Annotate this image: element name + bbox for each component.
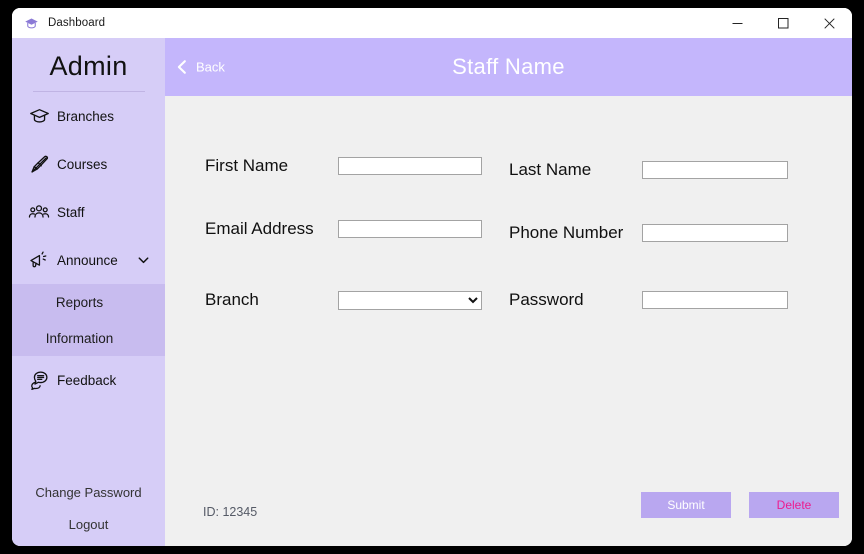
change-password-link[interactable]: Change Password xyxy=(12,476,165,508)
last-name-input[interactable] xyxy=(642,161,788,179)
password-label: Password xyxy=(509,290,584,309)
sidebar-subitem-information[interactable]: Information xyxy=(12,320,165,356)
window-title: Dashboard xyxy=(48,17,106,29)
main-content: First Name Last Name Email Address Phone… xyxy=(165,96,852,546)
sidebar: Admin Branches Courses Staff Announce Re… xyxy=(12,38,165,546)
form-row: Phone Number xyxy=(509,223,788,243)
email-address-input[interactable] xyxy=(338,220,482,238)
password-input[interactable] xyxy=(642,291,788,309)
maximize-button[interactable] xyxy=(760,8,806,38)
sidebar-submenu-announce: Reports Information xyxy=(12,284,165,356)
form-row: Email Address xyxy=(205,219,482,239)
email-address-label: Email Address xyxy=(205,219,314,238)
logout-link[interactable]: Logout xyxy=(12,508,165,540)
minimize-button[interactable] xyxy=(714,8,760,38)
close-button[interactable] xyxy=(806,8,852,38)
sidebar-item-feedback[interactable]: Feedback xyxy=(12,356,165,404)
app-graduation-cap-icon xyxy=(23,15,39,31)
sidebar-item-label: Announce xyxy=(57,252,118,268)
title-bar: Dashboard xyxy=(12,8,852,38)
sidebar-item-label: Courses xyxy=(57,156,108,172)
form-row: First Name xyxy=(205,156,482,176)
sidebar-item-courses[interactable]: Courses xyxy=(12,140,165,188)
submit-button[interactable]: Submit xyxy=(641,492,731,518)
sidebar-item-announce[interactable]: Announce xyxy=(12,236,165,284)
sidebar-item-label: Branches xyxy=(57,108,115,124)
first-name-input[interactable] xyxy=(338,157,482,175)
phone-number-label: Phone Number xyxy=(509,223,624,242)
branch-label: Branch xyxy=(205,290,259,309)
branch-select[interactable] xyxy=(338,290,482,310)
sidebar-heading: Admin xyxy=(49,51,128,81)
page-header: Back Staff Name xyxy=(165,38,852,96)
sidebar-subitem-reports[interactable]: Reports xyxy=(12,284,165,320)
window-controls xyxy=(714,8,852,38)
phone-number-input[interactable] xyxy=(642,224,788,242)
sidebar-bottom-actions: Change Password Logout xyxy=(12,476,165,546)
first-name-label: First Name xyxy=(205,156,289,175)
diploma-scroll-icon xyxy=(27,152,51,176)
page-title: Staff Name xyxy=(452,54,565,79)
speech-bubble-lines-icon xyxy=(27,368,51,392)
chevron-down-icon[interactable] xyxy=(136,253,151,268)
staff-id-label: ID: 12345 xyxy=(203,505,258,519)
form-row: Last Name xyxy=(509,160,788,180)
sidebar-item-staff[interactable]: Staff xyxy=(12,188,165,236)
sidebar-item-label: Staff xyxy=(57,204,85,220)
form-row: Branch xyxy=(205,290,482,310)
last-name-label: Last Name xyxy=(509,160,592,179)
sidebar-item-label: Feedback xyxy=(57,372,117,388)
megaphone-icon xyxy=(27,248,51,272)
people-group-icon xyxy=(27,200,51,224)
app-window: Dashboard Admin Branches Courses Staff A… xyxy=(12,8,852,546)
form-row: Password xyxy=(509,290,788,310)
sidebar-item-branches[interactable]: Branches xyxy=(12,92,165,140)
delete-button[interactable]: Delete xyxy=(749,492,839,518)
graduation-cap-icon xyxy=(27,104,51,128)
